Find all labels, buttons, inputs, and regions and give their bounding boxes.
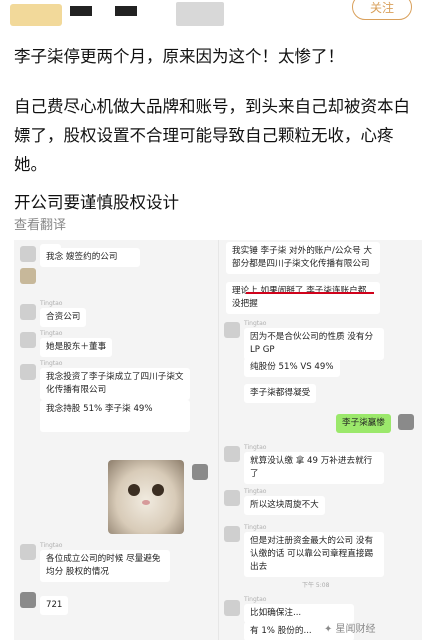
redaction-block (115, 6, 137, 16)
screenshot-divider (218, 240, 219, 640)
avatar (398, 414, 414, 430)
chat-bubble: 合资公司 (40, 308, 87, 327)
top-bar: 关注 (0, 0, 435, 30)
watermark: ✦ 星闻财经 (324, 624, 376, 635)
post-paragraph-2: 自己费尽心机做大品牌和账号，到头来自己却被资本白嫖了，股权设置不合理可能导致自己… (14, 97, 410, 174)
chat-bubble: 李子柒都得凝受 (244, 384, 317, 403)
avatar (20, 592, 36, 608)
avatar (224, 322, 240, 338)
avatar (20, 304, 36, 320)
avatar (20, 544, 36, 560)
author-avatar[interactable] (10, 4, 62, 26)
chat-screenshot[interactable]: 是 我念 嫂签约的公司 Tingtao 合资公司 Tingtao 她是股东＋董事… (14, 240, 422, 640)
chat-bubble: 因为不是合伙公司的性质 没有分LP GP (244, 328, 384, 360)
chat-bubble: 我念持股 51% 李子柒 49% (40, 400, 190, 432)
chat-bubble: 但是对注册资金最大的公司 没有认缴的话 可以靠公司章程直接踢出去 (244, 532, 384, 577)
avatar (224, 600, 240, 616)
avatar (224, 490, 240, 506)
chat-bubble: 纯股份 51% VS 49% (244, 358, 340, 377)
chat-bubble: 各位成立公司的时候 尽量避免均分 股权的情况 (40, 550, 170, 582)
post-paragraph-3: 开公司要谨慎股权设计 (14, 193, 179, 212)
chat-bubble: 我念 嫂签约的公司 (40, 248, 140, 267)
chat-bubble: 所以这块周旋不大 (244, 496, 325, 515)
avatar (192, 464, 208, 480)
avatar (224, 446, 240, 462)
avatar (20, 268, 36, 284)
chat-bubble: 理论上 如果闹掰了 李子柒连账户都没把握 (226, 282, 380, 314)
chat-bubble-self: 李子柒赢惨 (336, 414, 391, 433)
redaction-block (70, 6, 92, 16)
chat-bubble: 我念投资了李子柒成立了四川子柒文化传播有限公司 (40, 368, 190, 400)
translate-link[interactable]: 查看翻译 (14, 214, 66, 233)
red-underline (246, 292, 374, 294)
avatar (20, 364, 36, 380)
avatar (20, 246, 36, 262)
chat-bubble: 721 (40, 596, 69, 615)
follow-button[interactable]: 关注 (352, 0, 412, 20)
chat-bubble: 就算没认缴 拿 49 万补进去就行了 (244, 452, 384, 484)
chat-bubble: 她是股东＋董事 (40, 338, 113, 357)
cat-meme-image[interactable] (108, 460, 184, 534)
avatar (20, 332, 36, 348)
author-name-blurred[interactable] (176, 2, 224, 26)
post-paragraph-1: 李子柒停更两个月，原来因为这个！太惨了！ (14, 47, 344, 66)
timestamp: 下午 5:08 (302, 582, 330, 589)
avatar (224, 526, 240, 542)
chat-bubble: 我实锤 李子柒 对外的账户/公众号 大部分都是四川子柒文化传播有限公司 (226, 242, 380, 274)
